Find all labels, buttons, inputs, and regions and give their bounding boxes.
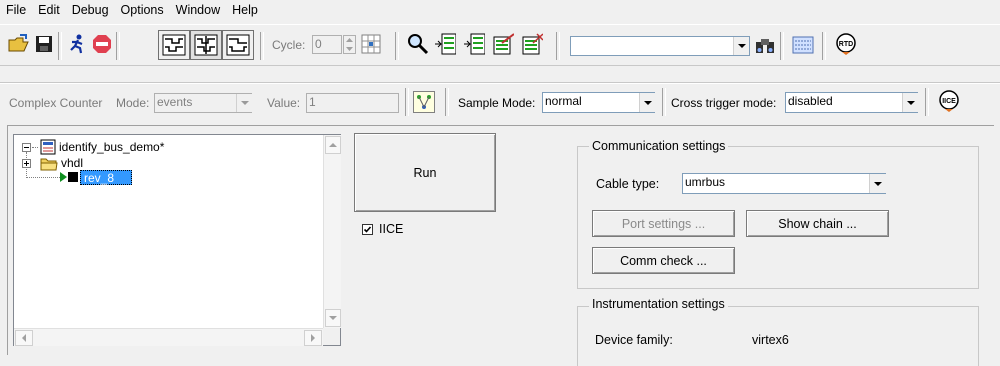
menu-window[interactable]: Window [170, 0, 226, 20]
cross-trigger-label: Cross trigger mode: [671, 96, 777, 110]
trigger-mode-2-icon[interactable] [190, 30, 222, 60]
signal-add-icon[interactable] [434, 33, 456, 55]
binoculars-icon[interactable] [754, 35, 776, 57]
tree-line [26, 177, 64, 178]
cross-trigger-select[interactable]: disabled [785, 92, 918, 113]
scroll-down-icon[interactable] [325, 309, 341, 327]
signal-delete-icon[interactable] [521, 33, 543, 55]
tree-selected-label: rev_8 [84, 171, 115, 185]
device-family-value: virtex6 [752, 333, 789, 347]
cycle-spinner[interactable] [343, 35, 356, 54]
tree-line [32, 147, 38, 148]
toolbar-separator [116, 32, 120, 60]
folder-icon [40, 156, 58, 174]
toolbar-separator [395, 32, 399, 60]
tree-selected-item[interactable]: rev_8 [80, 170, 132, 185]
open-folder-icon[interactable] [8, 33, 30, 55]
menu-file[interactable]: File [0, 0, 32, 20]
cable-type-label: Cable type: [596, 177, 660, 191]
expand-icon[interactable] [22, 159, 31, 168]
instrumentation-settings-title: Instrumentation settings [589, 297, 728, 311]
menu-help[interactable]: Help [226, 0, 264, 20]
menu-bar: File Edit Debug Options Window Help [0, 0, 1000, 20]
toolbar-separator [58, 32, 62, 60]
chip-icon [68, 172, 78, 182]
chevron-down-icon[interactable] [869, 174, 886, 193]
cycle-grid-icon[interactable] [360, 33, 382, 55]
chevron-down-icon[interactable] [236, 94, 252, 112]
scroll-left-icon[interactable] [15, 330, 33, 346]
rtd-icon-label: RTD [839, 41, 853, 48]
menu-options[interactable]: Options [115, 0, 170, 20]
tree-child-label[interactable]: vhdl [61, 156, 83, 170]
device-family-label: Device family: [595, 333, 673, 347]
sample-mode-label: Sample Mode: [458, 96, 536, 110]
iice-checkbox[interactable] [362, 224, 373, 235]
chevron-down-icon[interactable] [639, 93, 655, 112]
toolbar-separator [556, 32, 560, 60]
mode-label: Mode: [116, 96, 150, 110]
collapse-icon[interactable] [22, 143, 31, 152]
rtd-icon[interactable]: RTD [833, 32, 859, 56]
menu-edit[interactable]: Edit [32, 0, 66, 20]
value-label: Value: [267, 96, 301, 110]
signal-insert-icon[interactable] [463, 33, 485, 55]
signal-edit-icon[interactable] [492, 33, 514, 55]
toolbar-separator [260, 32, 264, 60]
communication-settings-title: Communication settings [589, 139, 729, 153]
magnifier-icon[interactable] [407, 33, 429, 55]
complex-counter-label: Complex Counter [9, 96, 103, 110]
comm-check-button[interactable]: Comm check ... [592, 247, 735, 274]
show-chain-button[interactable]: Show chain ... [746, 210, 889, 237]
port-settings-button[interactable]: Port settings ... [592, 210, 735, 237]
run-icon[interactable] [66, 33, 88, 55]
iice-checkbox-label: IICE [379, 222, 404, 236]
iice-icon-label: IICE [942, 98, 956, 105]
stop-icon[interactable] [91, 33, 113, 55]
scroll-corner [323, 328, 340, 345]
toolbar-divider [0, 82, 1000, 83]
toolbar-separator [445, 88, 449, 116]
horizontal-scrollbar[interactable] [14, 328, 323, 346]
save-icon[interactable] [33, 33, 55, 55]
search-combo[interactable] [570, 36, 750, 56]
cycle-label: Cycle: [272, 38, 306, 52]
menu-debug[interactable]: Debug [66, 0, 115, 20]
iice-icon[interactable]: IICE [936, 89, 962, 113]
play-marker-icon [60, 172, 67, 182]
scroll-up-icon[interactable] [325, 136, 341, 154]
chevron-down-icon[interactable] [902, 93, 918, 112]
waveform-viewer-icon[interactable] [792, 34, 814, 56]
scroll-right-icon[interactable] [304, 330, 322, 346]
trigger-mode-3-icon[interactable] [222, 30, 254, 60]
toolbar-separator [405, 88, 409, 116]
design-tree: identify_bus_demo* vhdl rev_8 [13, 134, 341, 346]
tree-root-label[interactable]: identify_bus_demo* [59, 140, 164, 154]
toolbar-separator [662, 88, 666, 116]
trigger-mode-1-icon[interactable] [158, 30, 190, 60]
run-button[interactable]: Run [354, 133, 496, 212]
toolbar-separator [780, 32, 784, 60]
cycle-input[interactable]: 0 [312, 35, 342, 54]
toolbar-separator [822, 32, 826, 60]
toolbar-separator [925, 88, 929, 116]
value-input[interactable]: 1 [306, 93, 399, 113]
counter-graph-icon[interactable] [413, 91, 435, 113]
cable-type-select[interactable]: umrbus [682, 173, 886, 194]
chevron-down-icon[interactable] [733, 37, 749, 55]
vertical-scrollbar[interactable] [323, 135, 341, 328]
